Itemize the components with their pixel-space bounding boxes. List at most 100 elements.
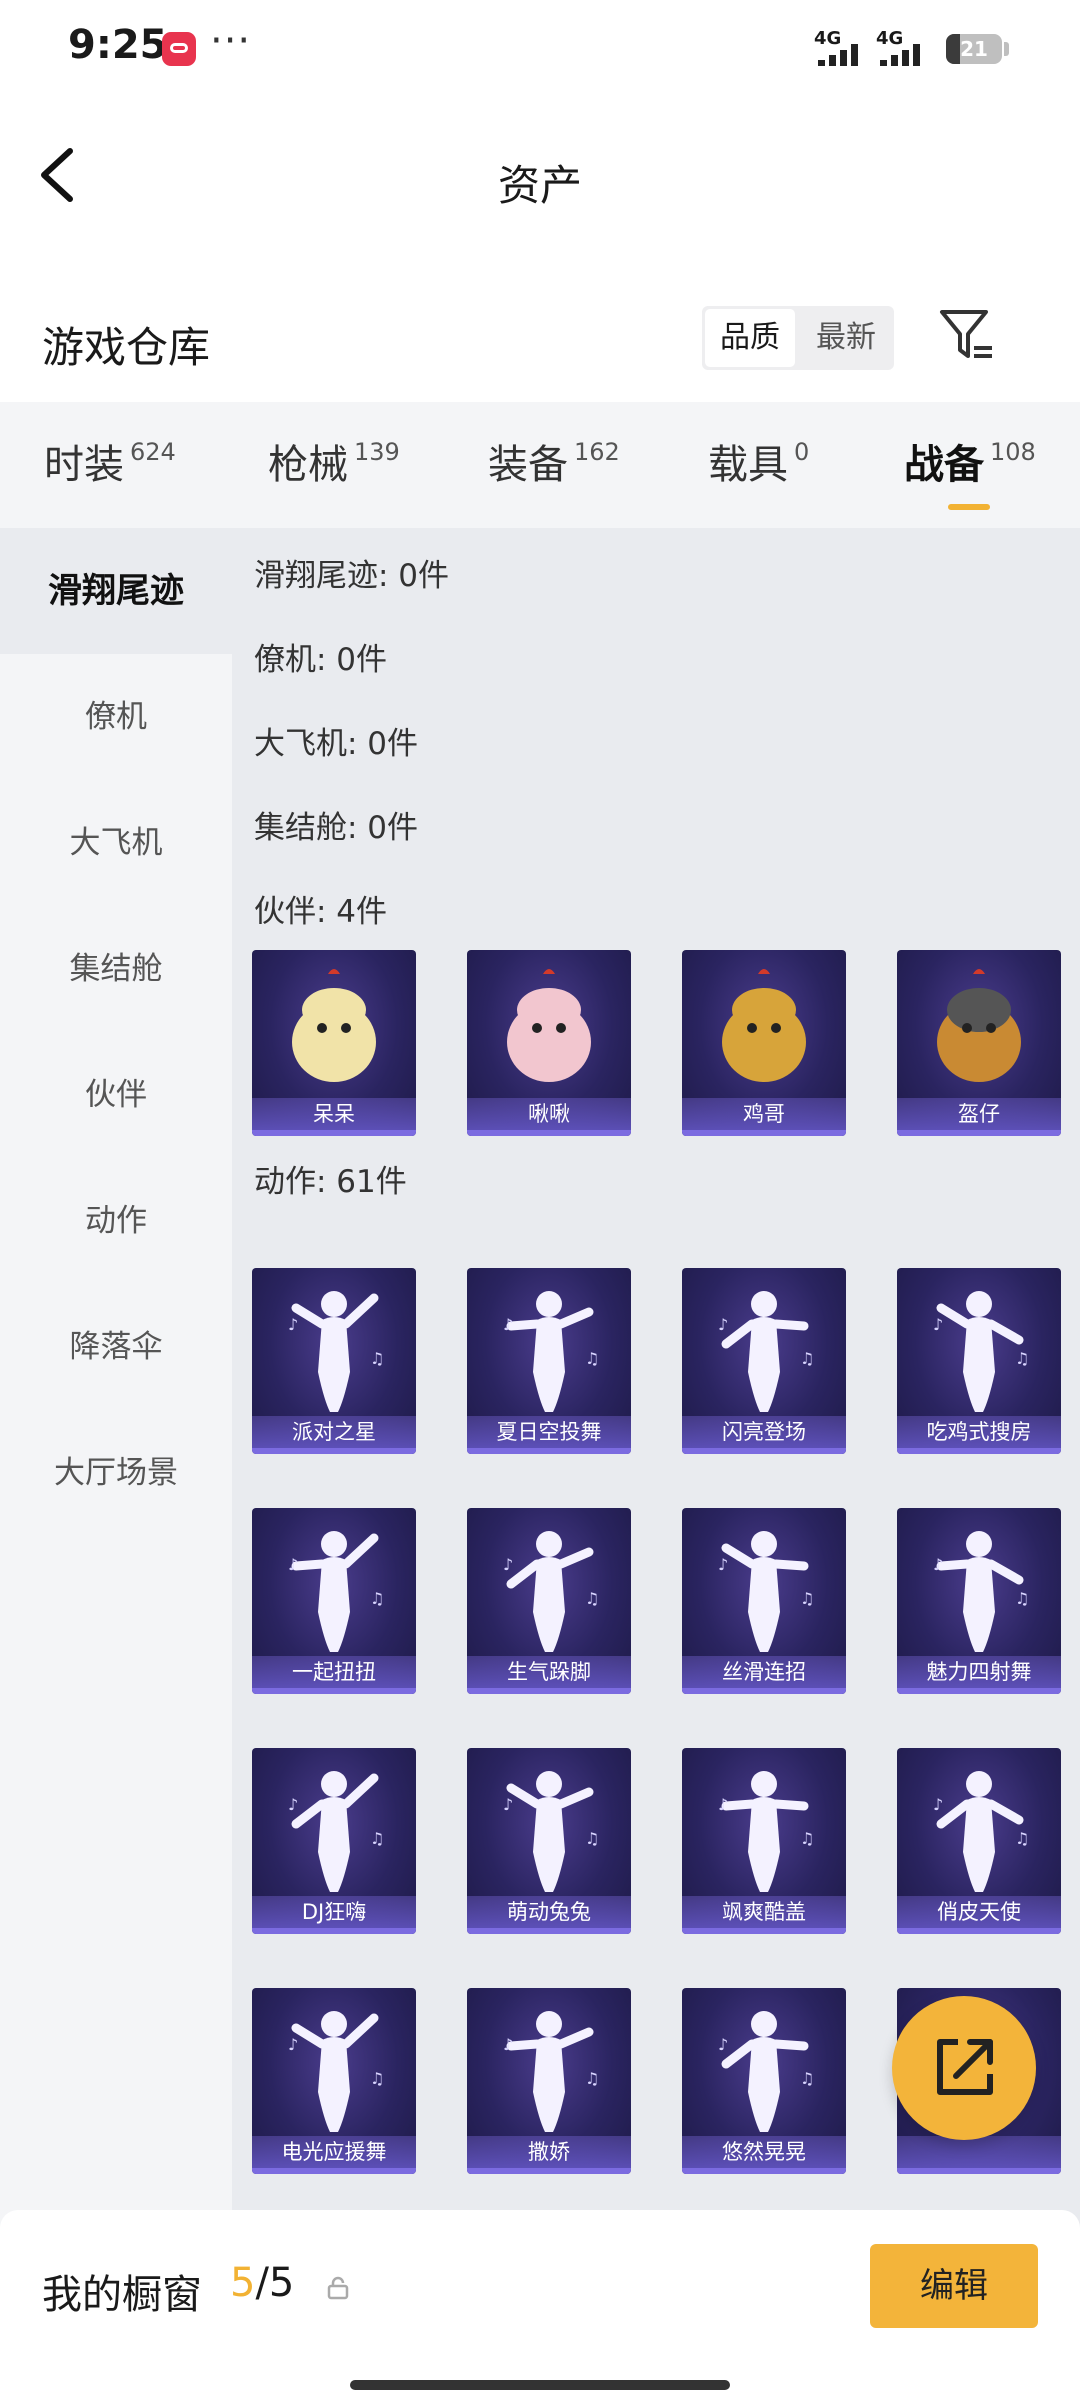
svg-text:♪: ♪ [288, 1795, 298, 1814]
action-card[interactable]: ♪ ♫ 夏日空投舞 [467, 1268, 631, 1454]
dance-pose-artwork: ♪♫ [933, 1771, 1029, 1892]
svg-text:♫: ♫ [585, 1589, 599, 1608]
section-header-pod: 集结舱: 0件 [254, 810, 419, 846]
action-card[interactable]: ♪ ♫ 丝滑连招 [682, 1508, 846, 1694]
sidebar-item-wingman[interactable]: 僚机 [0, 654, 232, 780]
section-header-partner: 伙伴: 4件 [254, 894, 388, 930]
partner-artwork [507, 969, 591, 1082]
svg-text:♪: ♪ [933, 1795, 943, 1814]
dance-pose-artwork: ♪♫ [288, 1531, 384, 1652]
svg-text:♫: ♫ [1015, 1589, 1029, 1608]
svg-text:♫: ♫ [585, 1349, 599, 1368]
dance-pose-artwork: ♪♫ [933, 1291, 1029, 1412]
section-header-bigplane: 大飞机: 0件 [254, 726, 419, 762]
tab-readiness[interactable]: 战备 108 [904, 432, 1036, 510]
filter-icon [940, 310, 992, 358]
sidebar-item-glide-trail[interactable]: 滑翔尾迹 [0, 528, 232, 654]
action-card[interactable]: ♪ ♫ 闪亮登场 [682, 1268, 846, 1454]
svg-text:♪: ♪ [933, 1315, 943, 1334]
dance-pose-artwork: ♪♫ [933, 1531, 1029, 1652]
partner-card[interactable]: 啾啾 [467, 950, 631, 1136]
sort-quality-button[interactable]: 品质 [705, 309, 795, 367]
item-name-label: 闪亮登场 [682, 1416, 846, 1448]
sidebar: 滑翔尾迹 僚机 大飞机 集结舱 伙伴 动作 降落伞 大厅场景 [0, 528, 232, 2400]
sidebar-item-lobby-scene[interactable]: 大厅场景 [0, 1410, 232, 1536]
svg-text:♪: ♪ [503, 1795, 513, 1814]
svg-text:♪: ♪ [288, 2035, 298, 2054]
dance-pose-artwork: ♪♫ [718, 1771, 814, 1892]
svg-text:♫: ♫ [1015, 1829, 1029, 1848]
dance-pose-artwork: ♪♫ [718, 2011, 814, 2132]
section-header-action: 动作: 61件 [254, 1164, 407, 1200]
svg-text:♪: ♪ [718, 2035, 728, 2054]
sidebar-item-parachute[interactable]: 降落伞 [0, 1284, 232, 1410]
showcase-bar: 我的橱窗 5/5 编辑 [0, 2210, 1080, 2400]
item-name-label: 飒爽酷盖 [682, 1896, 846, 1928]
nav-bar: 资产 [0, 100, 1080, 250]
action-card[interactable]: ♪ ♫ 吃鸡式搜房 [897, 1268, 1061, 1454]
svg-text:♪: ♪ [718, 1795, 728, 1814]
svg-text:♫: ♫ [1015, 1349, 1029, 1368]
partner-card[interactable]: 盔仔 [897, 950, 1061, 1136]
status-bar: 9:25 ··· 4G 4G 21 [0, 0, 1080, 100]
svg-text:♪: ♪ [288, 1315, 298, 1334]
item-name-label: 俏皮天使 [897, 1896, 1061, 1928]
tab-vehicles[interactable]: 载具 0 [708, 432, 809, 490]
sidebar-item-action[interactable]: 动作 [0, 1158, 232, 1284]
svg-text:♪: ♪ [503, 1555, 513, 1574]
partner-card[interactable]: 鸡哥 [682, 950, 846, 1136]
showcase-count: 5/5 [230, 2260, 295, 2306]
dance-pose-artwork: ♪♫ [718, 1291, 814, 1412]
partner-artwork [722, 969, 806, 1082]
action-card[interactable]: ♪ ♫ 派对之星 [252, 1268, 416, 1454]
svg-text:♫: ♫ [800, 1349, 814, 1368]
item-name-label: 一起扭扭 [252, 1656, 416, 1688]
section-header-glide: 滑翔尾迹: 0件 [254, 558, 450, 594]
sidebar-item-big-plane[interactable]: 大飞机 [0, 780, 232, 906]
sort-newest-button[interactable]: 最新 [801, 309, 891, 367]
action-card[interactable]: ♪ ♫ 萌动兔兔 [467, 1748, 631, 1934]
partner-artwork [292, 969, 376, 1082]
action-card[interactable]: ♪ ♫ 撒娇 [467, 1988, 631, 2174]
svg-text:♪: ♪ [503, 2035, 513, 2054]
partner-card[interactable]: 呆呆 [252, 950, 416, 1136]
signal-icon-2: 4G [876, 28, 922, 68]
tab-equipment[interactable]: 装备 162 [488, 432, 620, 490]
action-card[interactable]: ♪ ♫ 飒爽酷盖 [682, 1748, 846, 1934]
dance-pose-artwork: ♪♫ [288, 1291, 384, 1412]
action-card[interactable]: ♪ ♫ 一起扭扭 [252, 1508, 416, 1694]
item-name-label: 萌动兔兔 [467, 1896, 631, 1928]
tab-guns[interactable]: 枪械 139 [268, 432, 400, 490]
sidebar-item-rally-pod[interactable]: 集结舱 [0, 906, 232, 1032]
action-card[interactable]: ♪ ♫ 电光应援舞 [252, 1988, 416, 2174]
filter-button[interactable] [938, 304, 998, 368]
action-card[interactable]: ♪ ♫ 悠然晃晃 [682, 1988, 846, 2174]
svg-text:♪: ♪ [718, 1555, 728, 1574]
warehouse-header: 游戏仓库 品质 最新 [0, 290, 1080, 400]
share-fab-button[interactable] [892, 1996, 1036, 2140]
share-icon [937, 2039, 993, 2095]
partner-artwork [937, 969, 1021, 1082]
action-card[interactable]: ♪ ♫ 生气跺脚 [467, 1508, 631, 1694]
item-name-label [897, 2136, 1061, 2168]
sidebar-item-partner[interactable]: 伙伴 [0, 1032, 232, 1158]
app-notification-icon [162, 32, 196, 66]
action-card[interactable]: ♪ ♫ 魅力四射舞 [897, 1508, 1061, 1694]
item-name-label: 电光应援舞 [252, 2136, 416, 2168]
tab-fashion[interactable]: 时装 624 [44, 432, 176, 490]
action-card[interactable]: ♪ ♫ DJ狂嗨 [252, 1748, 416, 1934]
home-indicator [350, 2380, 730, 2390]
dance-pose-artwork: ♪♫ [503, 1291, 599, 1412]
showcase-label: 我的橱窗 [42, 2272, 202, 2318]
svg-text:♪: ♪ [718, 1315, 728, 1334]
dance-pose-artwork: ♪♫ [718, 1531, 814, 1652]
svg-text:♫: ♫ [800, 1589, 814, 1608]
dance-pose-artwork: ♪♫ [288, 1771, 384, 1892]
item-name-label: 魅力四射舞 [897, 1656, 1061, 1688]
page-title: 资产 [497, 161, 582, 210]
action-card[interactable]: ♪ ♫ 俏皮天使 [897, 1748, 1061, 1934]
signal-icon: 4G [814, 28, 860, 68]
edit-button[interactable]: 编辑 [870, 2244, 1038, 2328]
battery-icon: 21 [946, 34, 1002, 64]
item-name-label: 撒娇 [467, 2136, 631, 2168]
